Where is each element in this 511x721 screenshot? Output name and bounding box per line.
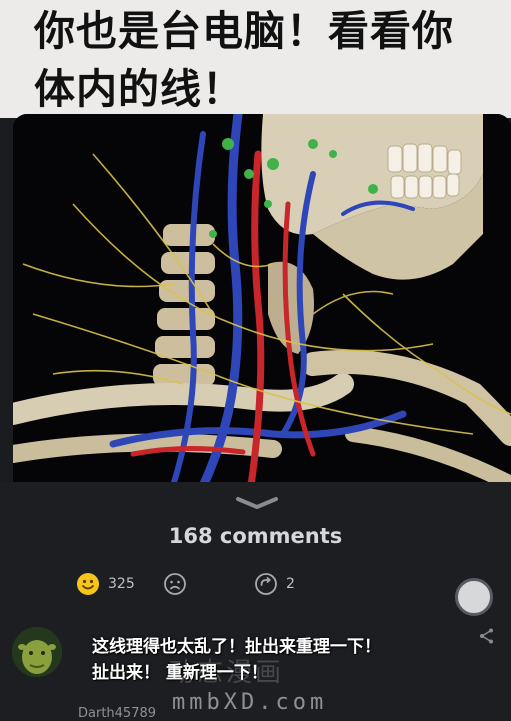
dislike-button[interactable] <box>163 570 187 598</box>
headline-line-1: 你也是台电脑！看看你 <box>34 7 454 55</box>
comment-username[interactable]: Darth45789 <box>78 706 156 721</box>
post-header: 你也是台电脑！看看你 体内的线！ <box>0 0 511 118</box>
like-count: 325 <box>108 576 135 592</box>
share-icon[interactable] <box>478 627 496 645</box>
watermark-cn: 动态漫画 <box>168 658 285 688</box>
post-image[interactable] <box>13 114 511 486</box>
repost-count: 2 <box>286 576 295 592</box>
record-button-icon[interactable] <box>455 578 493 616</box>
smile-emoji-icon <box>77 573 99 595</box>
post-headline: 你也是台电脑！看看你 体内的线！ <box>34 2 504 118</box>
chevron-down-icon[interactable] <box>235 496 279 510</box>
like-button[interactable]: 325 <box>76 570 135 598</box>
ogre-avatar-icon <box>12 627 62 677</box>
watermark: mmbXD.com <box>172 690 328 715</box>
avatar[interactable] <box>12 627 62 677</box>
comments-count: 168 comments <box>168 524 343 548</box>
repost-icon <box>255 573 277 595</box>
repost-button[interactable]: 2 <box>254 570 295 598</box>
sad-face-icon <box>164 573 186 595</box>
anatomy-illustration <box>13 114 511 486</box>
headline-line-2: 体内的线！ <box>34 65 244 113</box>
